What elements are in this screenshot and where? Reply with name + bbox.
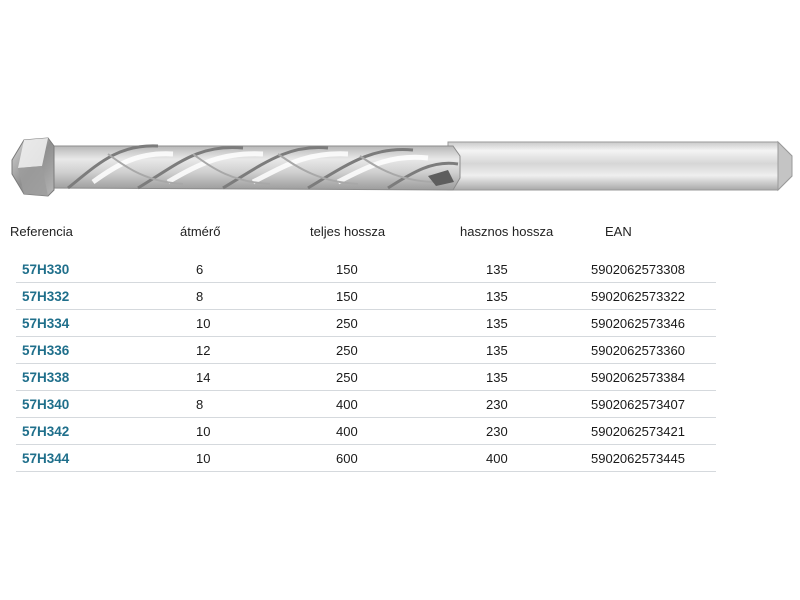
usable-length-value: 135 bbox=[486, 289, 508, 304]
ean-value: 5902062573346 bbox=[591, 316, 685, 331]
header-total-length: teljes hossza bbox=[310, 224, 386, 239]
diameter-value: 10 bbox=[196, 451, 211, 466]
row-divider bbox=[16, 336, 716, 337]
total-length-value: 600 bbox=[336, 451, 358, 466]
ean-value: 5902062573308 bbox=[591, 262, 685, 277]
table-row: 57H332 8 150 135 5902062573322 bbox=[16, 284, 716, 310]
total-length-value: 150 bbox=[336, 262, 358, 277]
usable-length-value: 135 bbox=[486, 370, 508, 385]
ean-value: 5902062573445 bbox=[591, 451, 685, 466]
row-divider bbox=[16, 390, 716, 391]
total-length-value: 150 bbox=[336, 289, 358, 304]
reference-code: 57H340 bbox=[22, 397, 70, 412]
reference-code: 57H338 bbox=[22, 370, 70, 385]
table-row: 57H342 10 400 230 5902062573421 bbox=[16, 419, 716, 445]
header-usable-length: hasznos hossza bbox=[460, 224, 554, 239]
table-row: 57H334 10 250 135 5902062573346 bbox=[16, 311, 716, 337]
ean-value: 5902062573421 bbox=[591, 424, 685, 439]
row-divider bbox=[16, 444, 716, 445]
table-row: 57H344 10 600 400 5902062573445 bbox=[16, 446, 716, 472]
table-row: 57H330 6 150 135 5902062573308 bbox=[16, 257, 716, 283]
reference-code: 57H342 bbox=[22, 424, 70, 439]
diameter-value: 8 bbox=[196, 397, 204, 412]
masonry-drill-bit-image bbox=[11, 137, 793, 197]
row-divider bbox=[16, 417, 716, 418]
table-row: 57H338 14 250 135 5902062573384 bbox=[16, 365, 716, 391]
row-divider bbox=[16, 282, 716, 283]
usable-length-value: 135 bbox=[486, 262, 508, 277]
usable-length-value: 135 bbox=[486, 316, 508, 331]
usable-length-value: 400 bbox=[486, 451, 508, 466]
diameter-value: 6 bbox=[196, 262, 204, 277]
usable-length-value: 230 bbox=[486, 424, 508, 439]
ean-value: 5902062573384 bbox=[591, 370, 685, 385]
row-divider bbox=[16, 309, 716, 310]
table-row: 57H336 12 250 135 5902062573360 bbox=[16, 338, 716, 364]
total-length-value: 250 bbox=[336, 343, 358, 358]
reference-code: 57H336 bbox=[22, 343, 70, 358]
usable-length-value: 135 bbox=[486, 343, 508, 358]
diameter-value: 10 bbox=[196, 316, 211, 331]
reference-code: 57H330 bbox=[22, 262, 70, 277]
reference-code: 57H332 bbox=[22, 289, 70, 304]
total-length-value: 250 bbox=[336, 316, 358, 331]
header-reference: Referencia bbox=[10, 224, 73, 239]
reference-code: 57H334 bbox=[22, 316, 70, 331]
total-length-value: 400 bbox=[336, 397, 358, 412]
header-diameter: átmérő bbox=[180, 224, 221, 239]
total-length-value: 400 bbox=[336, 424, 358, 439]
diameter-value: 14 bbox=[196, 370, 211, 385]
table-row: 57H340 8 400 230 5902062573407 bbox=[16, 392, 716, 418]
total-length-value: 250 bbox=[336, 370, 358, 385]
diameter-value: 12 bbox=[196, 343, 211, 358]
product-page: Referencia átmérő teljes hossza hasznos … bbox=[0, 0, 800, 600]
ean-value: 5902062573360 bbox=[591, 343, 685, 358]
ean-value: 5902062573407 bbox=[591, 397, 685, 412]
header-ean: EAN bbox=[605, 224, 632, 239]
reference-code: 57H344 bbox=[22, 451, 70, 466]
row-divider bbox=[16, 471, 716, 472]
diameter-value: 8 bbox=[196, 289, 204, 304]
ean-value: 5902062573322 bbox=[591, 289, 685, 304]
row-divider bbox=[16, 363, 716, 364]
usable-length-value: 230 bbox=[486, 397, 508, 412]
diameter-value: 10 bbox=[196, 424, 211, 439]
